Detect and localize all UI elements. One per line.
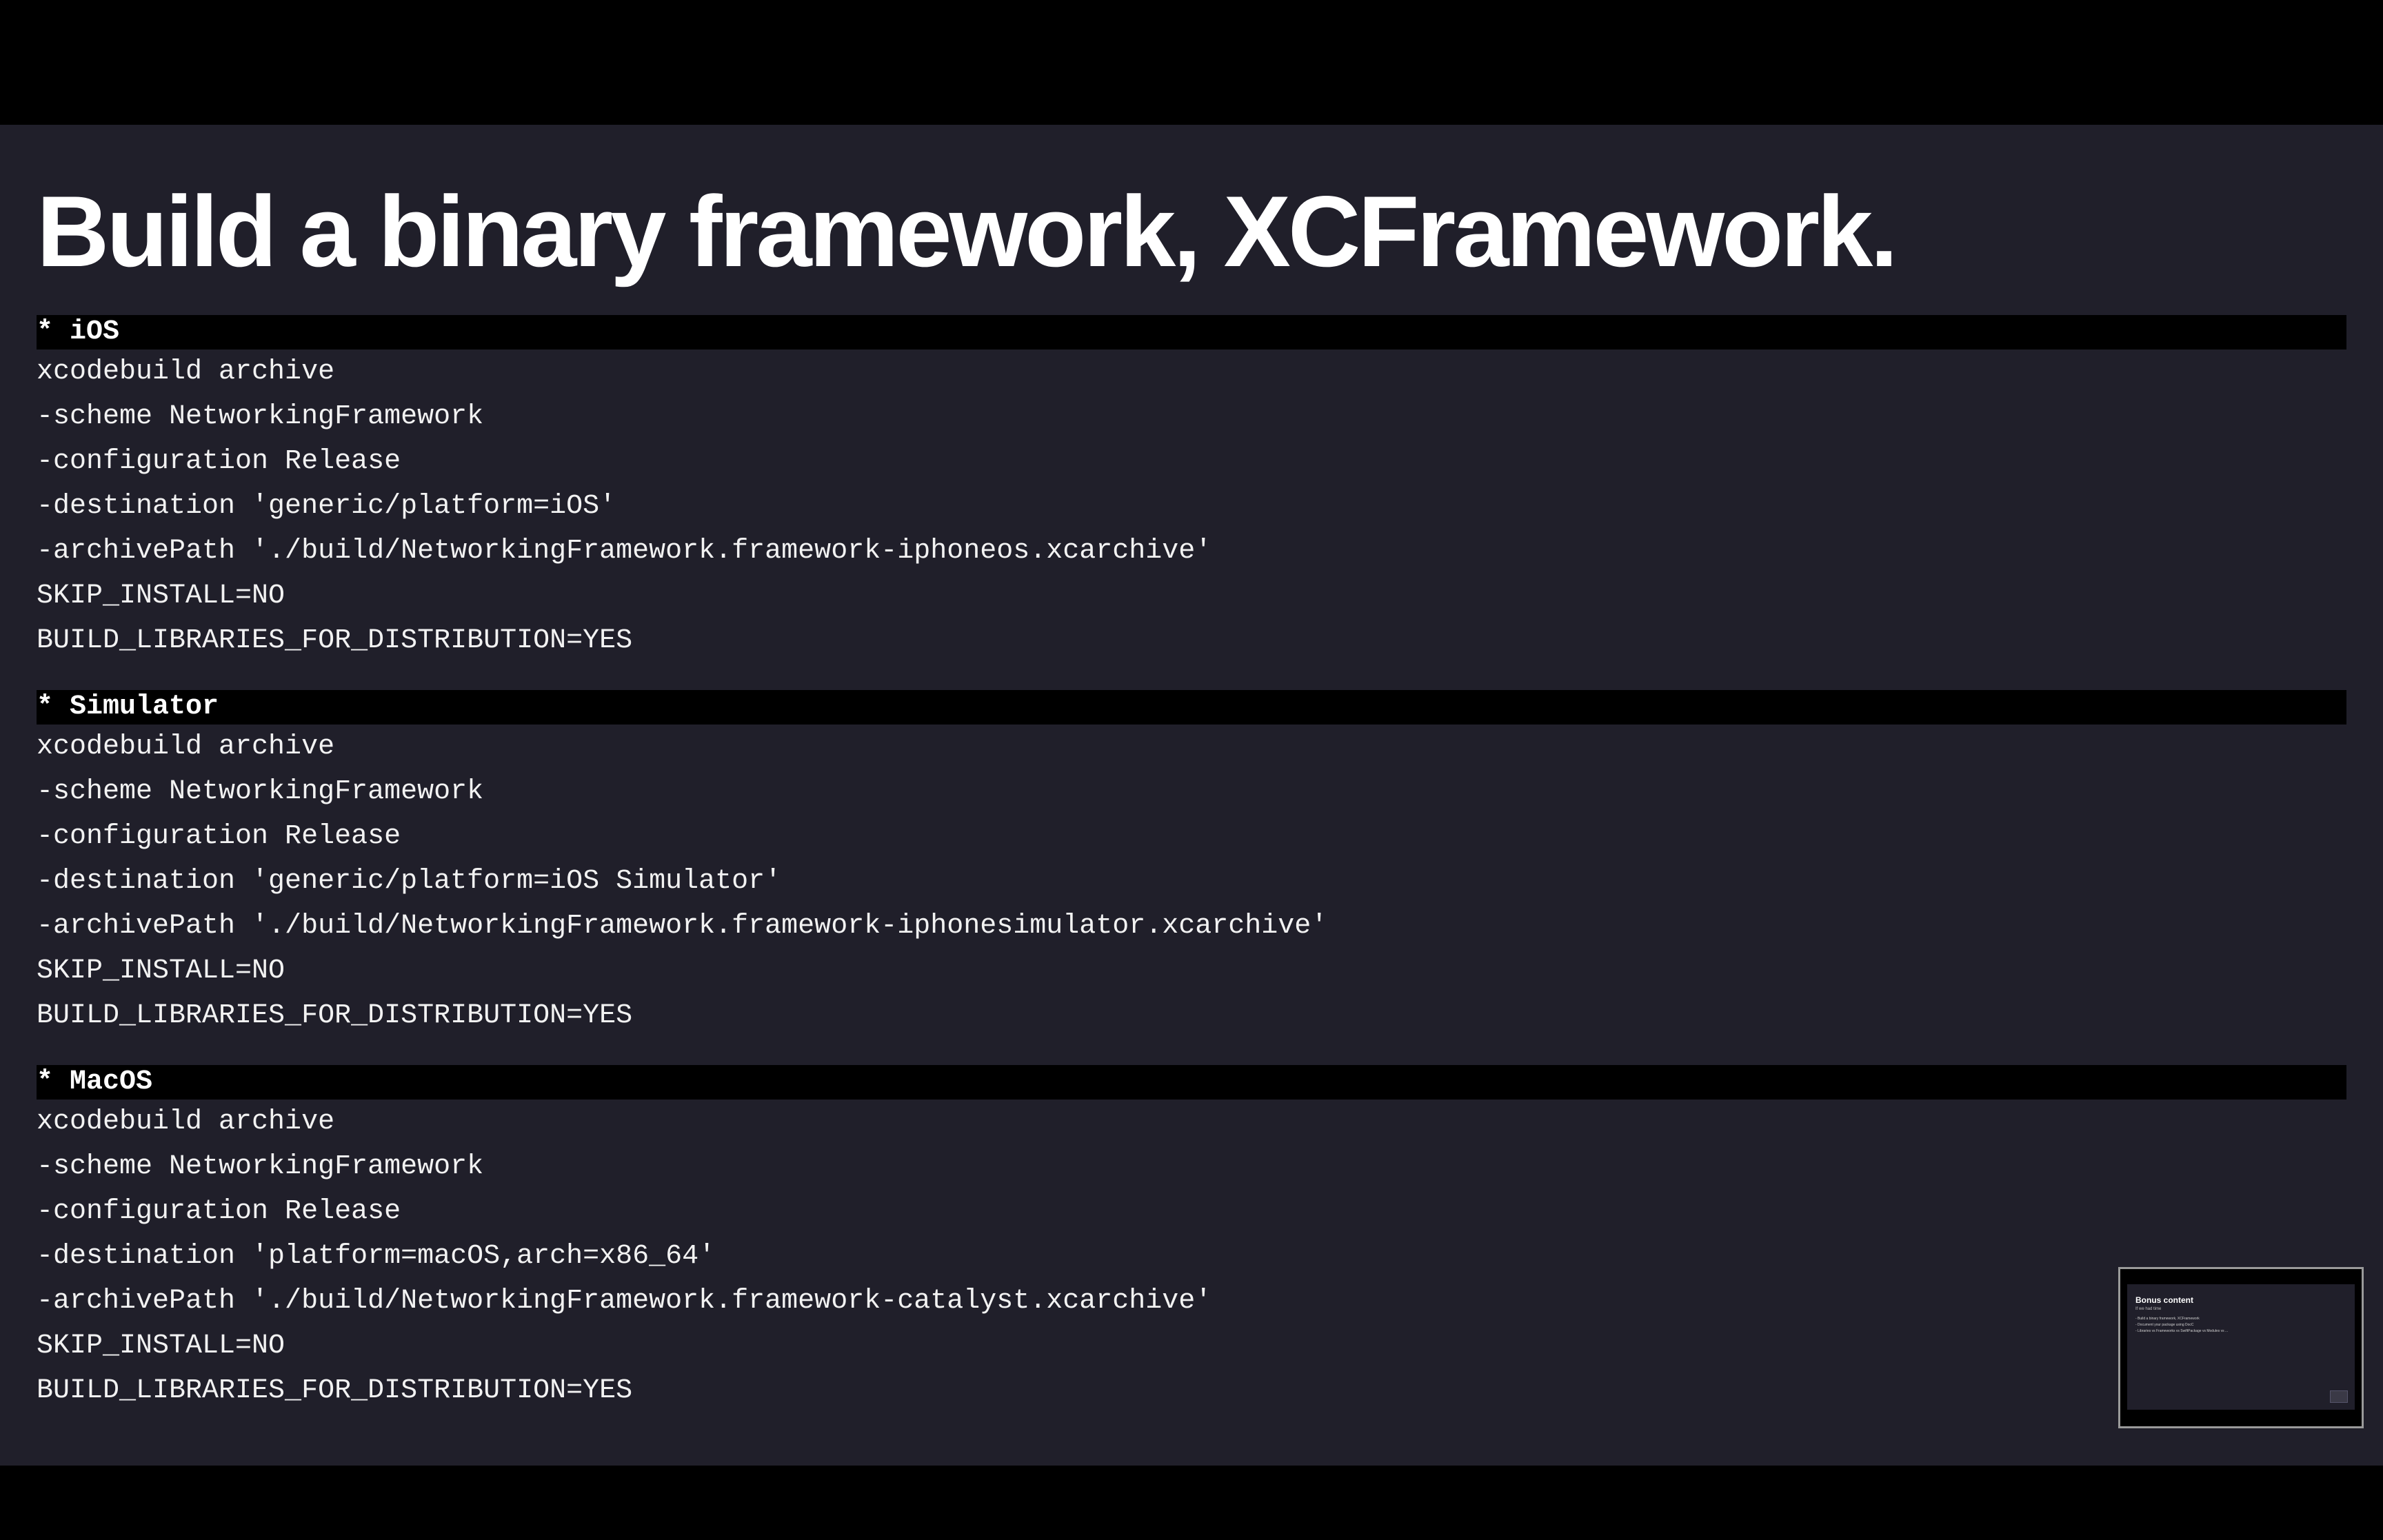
thumbnail-subtitle: If we had time — [2135, 1307, 2162, 1311]
code-line: BUILD_LIBRARIES_FOR_DISTRIBUTION=YES — [37, 1000, 633, 1031]
code-line: xcodebuild archive — [37, 731, 335, 762]
code-line: -configuration Release — [37, 446, 401, 477]
code-line: BUILD_LIBRARIES_FOR_DISTRIBUTION=YES — [37, 1375, 633, 1406]
thumbnail-title: Bonus content — [2135, 1295, 2193, 1305]
code-line: -archivePath './build/NetworkingFramewor… — [37, 536, 1212, 567]
code-line: -scheme NetworkingFramework — [37, 401, 484, 432]
code-line: xcodebuild archive — [37, 1106, 335, 1137]
code-line: xcodebuild archive — [37, 356, 335, 387]
code-line: BUILD_LIBRARIES_FOR_DISTRIBUTION=YES — [37, 625, 633, 656]
code-line: SKIP_INSTALL=NO — [37, 955, 285, 986]
section-ios: * iOS xcodebuild archive -scheme Network… — [37, 315, 2346, 663]
thumbnail-bullet: - Build a binary framework, XCFramework — [2135, 1317, 2200, 1321]
code-line: -configuration Release — [37, 821, 401, 852]
thumbnail-bullet: - Libraries vs Frameworks vs SwiftPackag… — [2135, 1329, 2229, 1333]
code-line: SKIP_INSTALL=NO — [37, 580, 285, 611]
next-slide-thumbnail[interactable]: Bonus content If we had time - Build a b… — [2118, 1267, 2364, 1428]
thumbnail-bullet-list: - Build a binary framework, XCFramework … — [2135, 1316, 2228, 1335]
thumbnail-slide: Bonus content If we had time - Build a b… — [2127, 1284, 2355, 1410]
code-line: -destination 'generic/platform=iOS' — [37, 491, 616, 522]
section-simulator: * Simulator xcodebuild archive -scheme N… — [37, 690, 2346, 1038]
code-line: -scheme NetworkingFramework — [37, 1151, 484, 1182]
code-line: -destination 'generic/platform=iOS Simul… — [37, 866, 782, 897]
code-line: -scheme NetworkingFramework — [37, 776, 484, 807]
thumbnail-mini-preview — [2330, 1390, 2348, 1403]
section-header: * Simulator — [37, 690, 2346, 725]
code-line: -destination 'platform=macOS,arch=x86_64… — [37, 1241, 716, 1272]
thumbnail-bullet: - Document your package using DocC — [2135, 1323, 2194, 1327]
presentation-screen: Build a binary framework, XCFramework. *… — [0, 0, 2383, 1540]
slide-title: Build a binary framework, XCFramework. — [37, 175, 1898, 287]
section-header: * iOS — [37, 315, 2346, 349]
code-line: SKIP_INSTALL=NO — [37, 1330, 285, 1361]
code-line: -archivePath './build/NetworkingFramewor… — [37, 1286, 1212, 1317]
section-macos: * MacOS xcodebuild archive -scheme Netwo… — [37, 1065, 2346, 1413]
slide: Build a binary framework, XCFramework. *… — [0, 125, 2383, 1466]
code-line: -configuration Release — [37, 1196, 401, 1227]
section-header: * MacOS — [37, 1065, 2346, 1100]
code-line: -archivePath './build/NetworkingFramewor… — [37, 911, 1328, 942]
